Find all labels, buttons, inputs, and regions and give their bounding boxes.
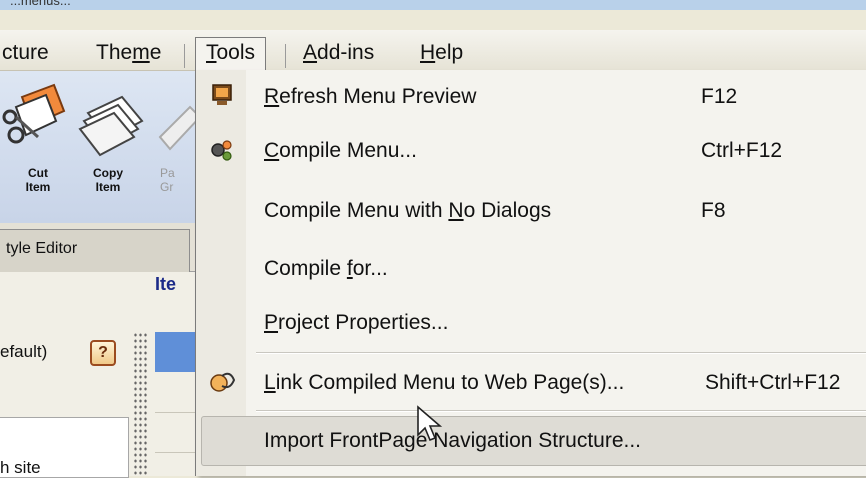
- properties-panel: Ite efault) ? h site: [0, 272, 200, 478]
- toolbar: Cut Item Copy Item Pa Gr: [0, 71, 200, 223]
- mouse-pointer-icon: [417, 405, 443, 442]
- menu-label: efresh Menu Preview: [279, 85, 477, 108]
- shortcut-label: F8: [701, 199, 726, 222]
- text-field[interactable]: h site: [0, 417, 129, 478]
- menu-label-u: L: [264, 371, 276, 394]
- menu-addins-label: dd-ins: [317, 41, 375, 64]
- menu-help[interactable]: Help: [410, 38, 473, 68]
- menu-structure[interactable]: cture: [0, 38, 59, 68]
- menu-label: Import FrontPage Navigation Structure...: [264, 429, 642, 452]
- menu-theme[interactable]: Theme: [86, 38, 171, 68]
- menubar: cture Theme Tools Add-ins Help: [0, 30, 866, 72]
- cut-label-1: Cut: [28, 166, 48, 180]
- menu-structure-label: cture: [2, 41, 49, 64]
- tab-strip: tyle Editor: [0, 223, 200, 272]
- item-cell[interactable]: [155, 372, 200, 413]
- menu-tools[interactable]: Tools: [195, 37, 267, 72]
- tab-style-editor-label: tyle Editor: [6, 240, 78, 257]
- paste-label-2: Gr: [160, 180, 174, 194]
- menu-item-refresh-preview[interactable]: Refresh Menu Preview F12: [196, 70, 866, 124]
- splitter-grip[interactable]: [133, 332, 149, 476]
- help-button[interactable]: ?: [90, 340, 116, 366]
- tools-dropdown-menu: Refresh Menu Preview F12 Compile Menu...…: [195, 70, 866, 476]
- copy-label-1: Copy: [93, 166, 123, 180]
- menu-item-compile-menu[interactable]: Compile Menu... Ctrl+F12: [196, 124, 866, 178]
- menu-tools-label: ools: [216, 41, 256, 64]
- copy-pages-icon: [78, 95, 144, 157]
- site-text: h site: [0, 458, 41, 477]
- tab-style-editor[interactable]: tyle Editor: [0, 229, 190, 272]
- paste-label-1: Pa: [160, 166, 175, 180]
- paste-icon: [158, 105, 200, 151]
- monitor-refresh-icon: [212, 84, 232, 105]
- window-title: ...menus...: [10, 0, 71, 8]
- menu-label: Compile Menu with: [264, 199, 449, 222]
- menu-label-u: N: [448, 199, 464, 222]
- menu-item-compile-for[interactable]: Compile for...: [196, 242, 866, 296]
- default-label: efault): [0, 342, 48, 361]
- menu-label-u: C: [264, 139, 280, 162]
- menu-addins[interactable]: Add-ins: [293, 38, 384, 68]
- menu-item-link-web-page[interactable]: Link Compiled Menu to Web Page(s)... Shi…: [196, 356, 866, 410]
- gears-compile-icon: [211, 140, 232, 161]
- menu-tools-label-u: T: [206, 41, 217, 64]
- menu-label-u: R: [264, 85, 280, 108]
- menu-label: o Dialogs: [463, 199, 552, 222]
- copy-label-2: Item: [95, 180, 121, 194]
- shortcut-label: F12: [701, 85, 738, 108]
- menu-label-u: P: [264, 311, 279, 334]
- menubar-separator: [184, 44, 185, 68]
- menu-label: ompile Menu...: [279, 139, 417, 162]
- items-header: Ite: [155, 274, 177, 294]
- menubar-separator: [285, 44, 286, 68]
- menu-label: Compile: [264, 257, 347, 280]
- selected-item-cell[interactable]: [155, 332, 200, 372]
- menu-item-compile-no-dialogs[interactable]: Compile Menu with No Dialogs F8: [196, 184, 866, 238]
- scissors-icon: [2, 83, 66, 144]
- item-cell[interactable]: [155, 412, 200, 453]
- menu-addins-label-u: A: [303, 41, 318, 64]
- cut-label-2: Item: [25, 180, 51, 194]
- menu-label: roject Properties...: [278, 311, 449, 334]
- menu-label: ink Compiled Menu to Web Page(s)...: [275, 371, 625, 394]
- menu-label: or...: [352, 257, 388, 280]
- menu-separator: [256, 410, 866, 412]
- menu-theme-label-b: e: [149, 41, 162, 64]
- menu-item-project-properties[interactable]: Project Properties...: [196, 296, 866, 350]
- menu-theme-label-u: m: [132, 41, 150, 64]
- shortcut-label: Shift+Ctrl+F12: [705, 371, 841, 394]
- menu-help-label-u: H: [420, 41, 436, 64]
- menu-help-label: elp: [435, 41, 464, 64]
- question-icon: ?: [98, 344, 108, 361]
- menu-separator: [256, 352, 866, 354]
- window-title-strip: ...menus...: [0, 0, 866, 10]
- shortcut-label: Ctrl+F12: [701, 139, 783, 162]
- menu-theme-label-a: The: [96, 41, 133, 64]
- menu-item-import-frontpage[interactable]: Import FrontPage Navigation Structure...: [196, 414, 866, 468]
- link-web-icon: [210, 372, 236, 392]
